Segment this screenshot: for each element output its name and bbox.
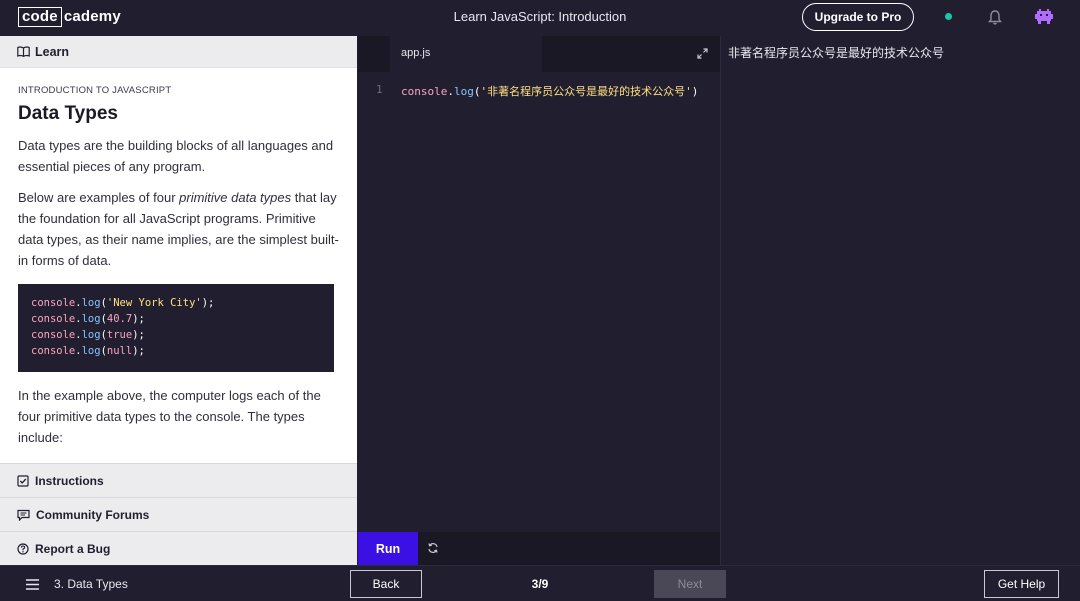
nav-community-forums-label: Community Forums: [36, 507, 150, 522]
code-object: console: [31, 297, 76, 309]
nav-report-bug[interactable]: Report a Bug: [0, 531, 357, 565]
book-icon: [17, 46, 30, 57]
paragraph-2-lead: Below are examples of four: [18, 190, 180, 205]
paragraph-2-emphasis: primitive data types: [179, 190, 292, 205]
lesson-paragraph-1: Data types are the building blocks of al…: [18, 138, 334, 174]
code-object: console: [31, 329, 76, 341]
code-argument: 'New York City': [106, 297, 202, 309]
run-button[interactable]: Run: [358, 532, 418, 565]
top-bar: code cademy Learn JavaScript: Introductio…: [0, 0, 1080, 36]
learn-panel-nav: Instructions Community Forums Report a B…: [0, 463, 357, 565]
learn-header-label: Learn: [35, 44, 70, 59]
file-tab-app-js[interactable]: app.js: [390, 36, 542, 72]
code-example-line: console.log(40.7);: [31, 313, 145, 325]
code-function: log: [81, 329, 101, 341]
code-example-block: console.log('New York City'); console.lo…: [18, 284, 334, 372]
question-icon: [17, 542, 29, 555]
expand-icon[interactable]: [697, 48, 708, 59]
code-object: console: [401, 85, 448, 98]
checkbox-icon: [17, 474, 29, 487]
code-example-line: console.log(null);: [31, 345, 145, 357]
code-function: log: [453, 85, 474, 98]
bottom-bar: 3. Data Types Back 3/9 Next Get Help: [0, 565, 1080, 601]
code-editor: app.js 1 console.log('非著名程序员公众号是最好的技术公众号…: [358, 36, 720, 565]
learn-header[interactable]: Learn: [0, 36, 357, 68]
learn-panel: Learn INTRODUCTION TO JAVASCRIPT Data Ty…: [0, 36, 357, 565]
lesson-content: INTRODUCTION TO JAVASCRIPT Data Types Da…: [0, 68, 357, 448]
code-argument: 40.7: [106, 313, 133, 325]
line-code: console.log('非著名程序员公众号是最好的技术公众号'): [401, 85, 699, 98]
code-example-line: console.log('New York City');: [31, 297, 215, 309]
nav-instructions[interactable]: Instructions: [0, 463, 357, 497]
status-dot: [945, 13, 952, 20]
code-argument: null: [106, 345, 133, 357]
editor-tab-bar: app.js: [358, 36, 720, 72]
avatar[interactable]: [1034, 8, 1054, 26]
code-function: log: [81, 345, 101, 357]
code-object: console: [31, 313, 76, 325]
next-button[interactable]: Next: [654, 570, 726, 598]
run-bar: Run: [358, 532, 720, 565]
reset-icon[interactable]: [427, 542, 439, 554]
code-function: log: [81, 313, 101, 325]
lesson-paragraph-2: Below are examples of four primitive dat…: [18, 187, 339, 271]
course-eyebrow: INTRODUCTION TO JAVASCRIPT: [18, 85, 172, 96]
lesson-paragraph-3: In the example above, the computer logs …: [18, 388, 321, 445]
code-string: '非著名程序员公众号是最好的技术公众号': [480, 85, 692, 98]
course-title: Learn JavaScript: Introduction: [453, 9, 627, 24]
chat-icon: [17, 509, 30, 521]
console-output: 非著名程序员公众号是最好的技术公众号: [728, 46, 945, 60]
upgrade-to-pro-button[interactable]: Upgrade to Pro: [802, 3, 914, 31]
nav-report-bug-label: Report a Bug: [35, 541, 111, 556]
code-function: log: [81, 297, 101, 309]
lesson-title: Data Types: [18, 103, 118, 124]
get-help-button[interactable]: Get Help: [984, 570, 1059, 598]
code-object: console: [31, 345, 76, 357]
bell-icon[interactable]: [987, 9, 1003, 26]
lesson-progress: 3/9: [531, 577, 549, 591]
code-example-line: console.log(true);: [31, 329, 145, 341]
code-argument: true: [106, 329, 133, 341]
line-number: 1: [376, 83, 383, 96]
nav-instructions-label: Instructions: [35, 473, 104, 488]
nav-community-forums[interactable]: Community Forums: [0, 497, 357, 531]
output-panel: 非著名程序员公众号是最好的技术公众号: [720, 36, 1080, 565]
